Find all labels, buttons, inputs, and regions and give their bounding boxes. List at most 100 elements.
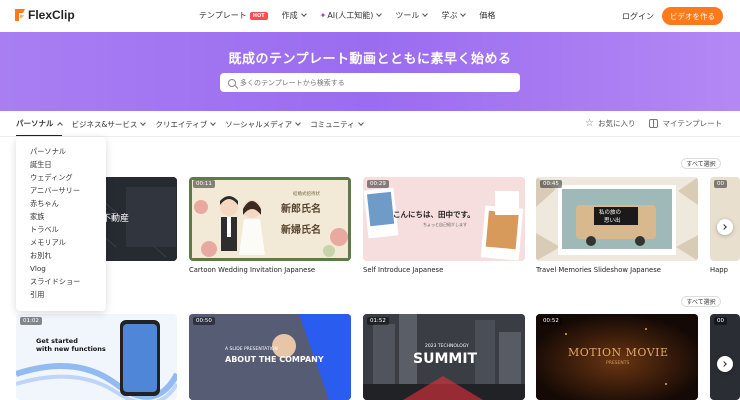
nav-templates[interactable]: テンプレート HOT (199, 10, 268, 21)
card-overlay-line2: 思い出 (604, 218, 621, 224)
chevron-down-icon (210, 119, 217, 126)
next-arrow-button-row1[interactable] (717, 219, 733, 235)
top-navbar: FlexClip テンプレート HOT 作成 ✦ AI(人工知能) ツール 学ぶ (0, 0, 740, 32)
card-overlay-small: 結婚式招待状 (293, 192, 320, 197)
next-arrow-button-row2[interactable] (717, 356, 733, 372)
nav-learn-label: 学ぶ (441, 11, 458, 20)
category-tabs: パーソナル ビジネス&サービス クリエイティブ ソーシャルメディア コミュニティ (16, 118, 373, 136)
template-card-new-functions[interactable]: 01:02 Get started with new functions (16, 314, 177, 400)
tab-business[interactable]: ビジネス&サービス (71, 118, 147, 136)
tab-personal-label: パーソナル (16, 119, 54, 128)
hero-banner: 既成のテンプレート動画とともに素早く始める (0, 32, 740, 111)
duration-badge: 00 (714, 317, 727, 325)
nav-tools-label: ツール (395, 11, 420, 20)
card-overlay-line2: ABOUT THE COMPANY (225, 355, 324, 364)
card-title: Self Introduce Japanese (363, 266, 444, 274)
card-overlay-line2: 新婦氏名 (281, 225, 321, 236)
nav-pricing[interactable]: 価格 (479, 10, 495, 21)
card-overlay-line2: with new functions (36, 345, 106, 353)
sparkle-icon: ✦ (319, 11, 327, 20)
login-link[interactable]: ログイン (622, 11, 654, 22)
menu-item-birthday[interactable]: 誕生日 (16, 158, 106, 171)
menu-item-anniversary[interactable]: アニバーサリー (16, 184, 106, 197)
chevron-down-icon (300, 11, 307, 17)
template-card-travel[interactable]: 00:45 私の旅の 思い出 (536, 177, 698, 261)
nav-ai[interactable]: ✦ AI(人工知能) (319, 10, 383, 21)
search-icon (228, 78, 236, 87)
tab-community-label: コミュニティ (310, 119, 355, 129)
menu-item-memorial[interactable]: メモリアル (16, 236, 106, 249)
menu-item-wedding[interactable]: ウェディング (16, 171, 106, 184)
nav-pricing-label: 価格 (479, 11, 496, 20)
tab-creative-label: クリエイティブ (155, 119, 208, 129)
favorites-link[interactable]: ☆ お気に入り (585, 118, 635, 129)
my-templates-link[interactable]: マイテンプレート (649, 118, 722, 129)
duration-badge: 00:52 (540, 317, 562, 325)
nav-learn[interactable]: 学ぶ (441, 10, 467, 21)
menu-item-personal[interactable]: パーソナル (16, 145, 106, 158)
card-overlay-text: 不動産 (102, 214, 130, 224)
chevron-down-icon (422, 11, 429, 17)
chevron-down-icon (376, 11, 383, 17)
star-icon: ☆ (585, 118, 594, 129)
template-card-company[interactable]: 00:50 A SLIDE PRESENTATION ABOUT THE COM… (189, 314, 351, 400)
template-card-summit[interactable]: 01:52 2023 TECHNOLOGY SUMMIT (363, 314, 525, 400)
menu-item-quote[interactable]: 引用 (16, 288, 106, 301)
hot-badge: HOT (249, 11, 268, 20)
duration-badge: 00 (714, 180, 727, 188)
template-icon (649, 119, 659, 128)
right-links: ☆ お気に入り マイテンプレート (585, 118, 736, 129)
tab-creative[interactable]: クリエイティブ (155, 118, 217, 136)
hero-title: 既成のテンプレート動画とともに素早く始める (228, 52, 512, 67)
tab-personal[interactable]: パーソナル (16, 118, 63, 136)
chevron-down-icon (295, 119, 301, 126)
card-overlay-line1: Get started (36, 337, 78, 345)
personal-dropdown-menu: パーソナル 誕生日 ウェディング アニバーサリー 赤ちゃん 家族 トラベル メモ… (16, 137, 106, 311)
card-title: Travel Memories Slideshow Japanese (536, 266, 661, 274)
see-all-button-row2[interactable]: すべて選択 (681, 296, 721, 307)
duration-badge: 00:29 (367, 180, 389, 188)
nav-tools[interactable]: ツール (395, 10, 429, 21)
category-bar: パーソナル ビジネス&サービス クリエイティブ ソーシャルメディア コミュニティ (0, 111, 740, 137)
logo-text: FlexClip (28, 8, 75, 22)
menu-item-farewell[interactable]: お別れ (16, 249, 106, 262)
menu-item-slideshow[interactable]: スライドショー (16, 275, 106, 288)
see-all-button-row1[interactable]: すべて選択 (681, 158, 721, 169)
page: FlexClip テンプレート HOT 作成 ✦ AI(人工知能) ツール 学ぶ (0, 0, 740, 400)
menu-item-family[interactable]: 家族 (16, 210, 106, 223)
duration-badge: 00:11 (193, 180, 215, 188)
main-nav: テンプレート HOT 作成 ✦ AI(人工知能) ツール 学ぶ 価格 (199, 10, 509, 21)
menu-item-travel[interactable]: トラベル (16, 223, 106, 236)
menu-item-vlog[interactable]: Vlog (16, 262, 106, 275)
nav-create-label: 作成 (281, 11, 298, 20)
card-overlay-line1: A SLIDE PRESENTATION (225, 347, 278, 352)
duration-badge: 01:52 (367, 317, 389, 325)
wedding-thumbnail (189, 177, 351, 261)
tab-social-media-label: ソーシャルメディア (225, 119, 293, 129)
tab-social-media[interactable]: ソーシャルメディア (225, 118, 301, 136)
duration-badge: 00:45 (540, 180, 562, 188)
menu-item-baby[interactable]: 赤ちゃん (16, 197, 106, 210)
template-card-self-intro[interactable]: 00:29 こんにちは、田中です。 ちょっと自己紹介します (363, 177, 525, 261)
chevron-down-icon (460, 11, 467, 17)
chevron-up-icon (56, 121, 63, 128)
new-functions-thumbnail (16, 314, 177, 400)
template-card-wedding[interactable]: 00:11 結婚式招待状 新郎氏名 新婦氏名 (189, 177, 351, 261)
my-templates-label: マイテンプレート (662, 119, 723, 128)
card-overlay-line1: 2023 TECHNOLOGY (425, 344, 469, 349)
duration-badge: 00:50 (193, 317, 215, 325)
chevron-down-icon (357, 119, 364, 126)
card-overlay-line2: PRESENTS (606, 361, 630, 366)
search-box[interactable] (220, 73, 520, 92)
nav-templates-label: テンプレート (199, 11, 247, 20)
nav-create[interactable]: 作成 (281, 10, 307, 21)
search-input[interactable] (240, 78, 510, 87)
template-card-motion-movie[interactable]: 00:52 MOTION MOVIE PRESENTS (536, 314, 698, 400)
card-overlay-line1: こんにちは、田中です。 (393, 210, 475, 219)
logo[interactable]: FlexClip (14, 8, 75, 22)
nav-ai-label: AI(人工知能) (327, 11, 374, 20)
tab-business-label: ビジネス&サービス (71, 119, 138, 129)
tab-community[interactable]: コミュニティ (310, 118, 364, 136)
make-video-button[interactable]: ビデオを作る (662, 7, 723, 25)
card-overlay-line1: MOTION MOVIE (568, 346, 669, 359)
